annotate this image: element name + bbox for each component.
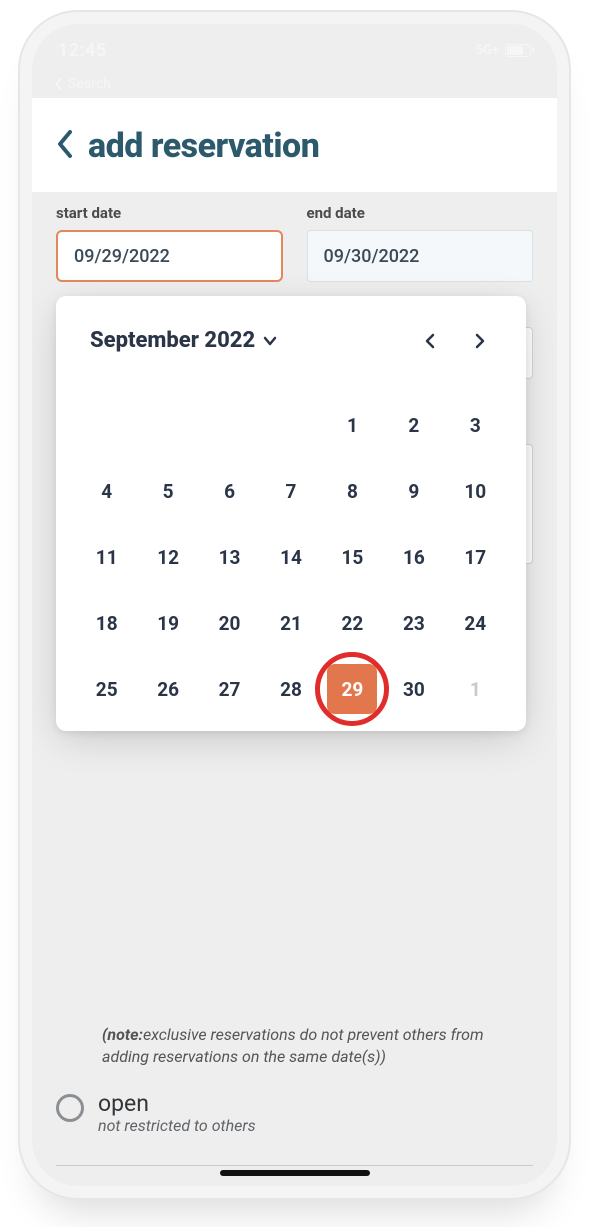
calendar-day[interactable]: 5: [137, 471, 198, 511]
calendar-popup: September 2022 1234567891011121314151617…: [56, 296, 526, 731]
calendar-day[interactable]: 1: [322, 405, 383, 445]
calendar-prev-button[interactable]: [418, 329, 442, 353]
calendar-day[interactable]: 24: [445, 603, 506, 643]
screen: 12:45 5G+ Search add reservation start d…: [32, 24, 557, 1186]
calendar-empty: [137, 405, 198, 445]
calendar-day[interactable]: 22: [322, 603, 383, 643]
calendar-day[interactable]: 21: [260, 603, 321, 643]
calendar-day[interactable]: 28: [260, 669, 321, 709]
calendar-day[interactable]: 10: [445, 471, 506, 511]
calendar-day[interactable]: 15: [322, 537, 383, 577]
device-frame: 12:45 5G+ Search add reservation start d…: [18, 10, 571, 1200]
calendar-day[interactable]: 12: [137, 537, 198, 577]
calendar-day[interactable]: 16: [383, 537, 444, 577]
home-indicator[interactable]: [220, 1170, 370, 1176]
calendar-day[interactable]: 19: [137, 603, 198, 643]
app-header: add reservation: [32, 98, 557, 192]
radio-open[interactable]: open not restricted to others: [56, 1091, 533, 1135]
chevron-down-icon: [263, 334, 277, 348]
status-bar: 12:45 5G+: [32, 24, 557, 76]
radio-icon: [56, 1094, 84, 1122]
status-time: 12:45: [58, 40, 107, 61]
calendar-next-button[interactable]: [468, 329, 492, 353]
form-area: start date 09/29/2022 end date 09/30/202…: [32, 192, 557, 564]
exclusive-note: (note:exclusive reservations do not prev…: [56, 1024, 533, 1069]
calendar-day[interactable]: 7: [260, 471, 321, 511]
calendar-day[interactable]: 26: [137, 669, 198, 709]
chevron-left-icon: [54, 77, 64, 91]
calendar-day[interactable]: 9: [383, 471, 444, 511]
calendar-day[interactable]: 8: [322, 471, 383, 511]
page-title: add reservation: [88, 126, 319, 166]
calendar-day[interactable]: 13: [199, 537, 260, 577]
end-date-input[interactable]: 09/30/2022: [307, 230, 534, 282]
end-date-label: end date: [307, 204, 534, 222]
options-area: (note:exclusive reservations do not prev…: [32, 1024, 557, 1186]
ios-back-label: Search: [68, 76, 111, 92]
calendar-day[interactable]: 17: [445, 537, 506, 577]
calendar-day[interactable]: 20: [199, 603, 260, 643]
highlight-ring: [315, 652, 389, 726]
chevron-left-icon: [56, 129, 74, 159]
calendar-empty: [260, 405, 321, 445]
calendar-day[interactable]: 6: [199, 471, 260, 511]
calendar-month-picker[interactable]: September 2022: [90, 328, 277, 353]
calendar-day[interactable]: 14: [260, 537, 321, 577]
radio-open-sub: not restricted to others: [98, 1116, 256, 1135]
calendar-day[interactable]: 11: [76, 537, 137, 577]
calendar-day[interactable]: 1: [445, 669, 506, 709]
ios-back-search[interactable]: Search: [32, 76, 557, 98]
calendar-day[interactable]: 4: [76, 471, 137, 511]
radio-open-title: open: [98, 1091, 256, 1116]
calendar-day[interactable]: 29: [322, 669, 383, 709]
status-right: 5G+: [476, 43, 531, 58]
calendar-empty: [76, 405, 137, 445]
battery-icon: [505, 44, 531, 57]
back-button[interactable]: [56, 129, 74, 163]
network-label: 5G+: [476, 43, 499, 58]
start-date-input[interactable]: 09/29/2022: [56, 230, 283, 282]
calendar-grid: 1234567891011121314151617181920212223242…: [76, 377, 506, 709]
start-date-label: start date: [56, 204, 283, 222]
calendar-day[interactable]: 18: [76, 603, 137, 643]
calendar-empty: [199, 405, 260, 445]
divider: [56, 1165, 533, 1166]
chevron-right-icon: [475, 333, 485, 349]
calendar-day[interactable]: 27: [199, 669, 260, 709]
calendar-day[interactable]: 25: [76, 669, 137, 709]
calendar-day[interactable]: 3: [445, 405, 506, 445]
calendar-day[interactable]: 2: [383, 405, 444, 445]
calendar-day[interactable]: 23: [383, 603, 444, 643]
calendar-day[interactable]: 30: [383, 669, 444, 709]
chevron-left-icon: [425, 333, 435, 349]
